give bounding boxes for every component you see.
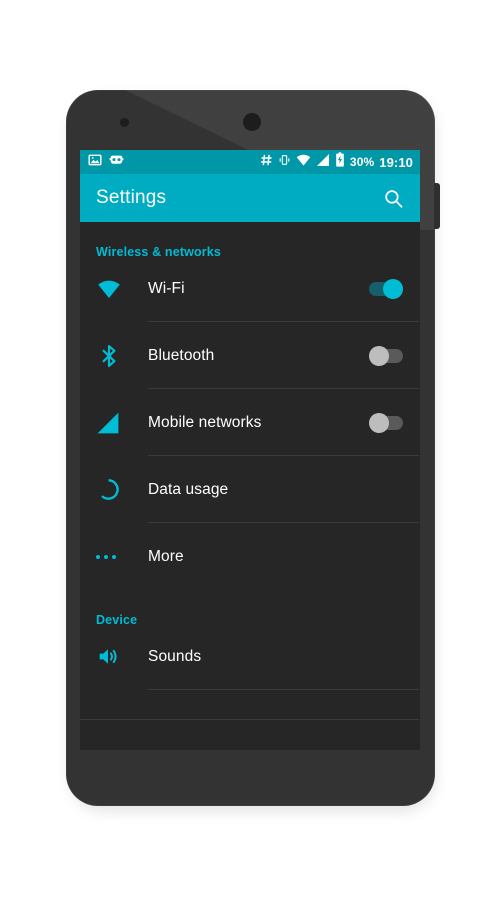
toggle-thumb bbox=[369, 412, 389, 433]
bluetooth-toggle[interactable] bbox=[369, 345, 403, 366]
status-bar-system-icons: 30% 19:10 bbox=[260, 152, 413, 172]
battery-charging-icon bbox=[335, 152, 345, 172]
volume-icon bbox=[96, 644, 132, 669]
cyanogenmod-icon bbox=[109, 153, 124, 172]
bluetooth-icon bbox=[96, 343, 132, 369]
toggle-thumb bbox=[383, 278, 403, 299]
cellular-signal-icon bbox=[316, 153, 330, 172]
settings-row-label: Data usage bbox=[148, 480, 229, 498]
settings-row-label: Mobile networks bbox=[148, 413, 262, 431]
vibrate-icon bbox=[278, 153, 291, 172]
settings-row-bluetooth[interactable]: Bluetooth bbox=[80, 322, 420, 389]
screenshot-canvas: 30% 19:10 Settings Wireless & networks W… bbox=[0, 0, 501, 899]
settings-row-label: Bluetooth bbox=[148, 346, 215, 364]
toggle-thumb bbox=[369, 345, 389, 366]
settings-row-wifi[interactable]: Wi-Fi bbox=[80, 255, 420, 322]
more-dots-icon bbox=[96, 554, 132, 559]
action-bar: Settings bbox=[80, 174, 420, 222]
page-title: Settings bbox=[96, 187, 167, 208]
status-bar-notifications bbox=[88, 153, 124, 172]
wifi-icon bbox=[296, 153, 311, 172]
settings-row-label: More bbox=[148, 547, 184, 565]
settings-row-more[interactable]: More bbox=[80, 523, 420, 590]
phone-screen: 30% 19:10 Settings Wireless & networks W… bbox=[80, 150, 420, 750]
search-icon[interactable] bbox=[380, 185, 406, 211]
settings-row-mobile-networks[interactable]: Mobile networks bbox=[80, 389, 420, 456]
section-header-wireless: Wireless & networks bbox=[96, 245, 222, 259]
mobile-networks-toggle[interactable] bbox=[369, 412, 403, 433]
front-camera-icon bbox=[120, 118, 129, 127]
status-bar-clock: 19:10 bbox=[379, 154, 413, 170]
settings-list: Wireless & networks Wi-Fi Bluetooth Mobi… bbox=[80, 222, 420, 750]
settings-row-label: Sounds bbox=[148, 647, 202, 665]
settings-row-sounds[interactable]: Sounds bbox=[80, 623, 420, 690]
wifi-toggle[interactable] bbox=[369, 278, 403, 299]
list-bottom-spacer bbox=[80, 690, 420, 720]
cellular-signal-icon bbox=[96, 411, 132, 435]
section-header-device: Device bbox=[96, 613, 138, 627]
wifi-icon bbox=[96, 278, 132, 300]
power-button[interactable] bbox=[434, 183, 440, 229]
earpiece-speaker-icon bbox=[243, 113, 261, 131]
settings-row-label: Wi-Fi bbox=[148, 279, 185, 297]
status-bar: 30% 19:10 bbox=[80, 150, 420, 174]
screenshot-icon bbox=[88, 153, 102, 172]
hash-icon bbox=[260, 153, 273, 172]
row-divider bbox=[80, 719, 419, 720]
settings-row-data-usage[interactable]: Data usage bbox=[80, 456, 420, 523]
battery-percent-label: 30% bbox=[349, 155, 375, 169]
data-usage-icon bbox=[96, 477, 132, 502]
